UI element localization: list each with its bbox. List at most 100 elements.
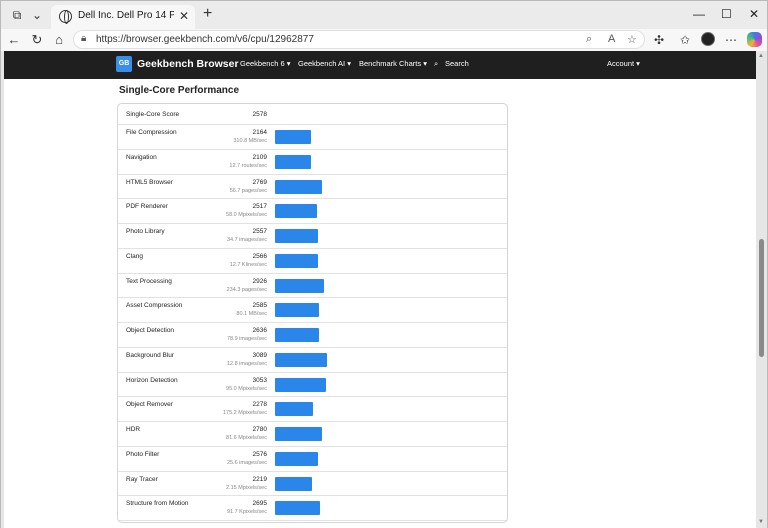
result-unit: 12.7 routes/sec [229,162,267,169]
result-bar [275,154,311,169]
result-row: PDF Renderer 2517 58.0 Mpixels/sec [118,199,507,224]
favorites-icon[interactable]: ✩ [677,32,693,48]
workspaces-icon[interactable]: ⧉ [9,7,25,23]
result-name: Background Blur [126,351,175,359]
result-name: Navigation [126,153,157,161]
search-magnifier-icon[interactable]: ⌕ [434,59,438,69]
section-title: Single-Core Performance [119,85,240,96]
home-icon[interactable]: ⌂ [51,32,67,48]
result-name: PDF Renderer [126,203,168,211]
favorite-star-icon[interactable]: ☆ [627,33,637,46]
minimize-icon[interactable]: — [693,6,705,22]
result-row: Photo Library 2557 34.7 images/sec [118,224,507,249]
site-brand[interactable]: Geekbench Browser [137,58,239,70]
refresh-icon[interactable]: ↻ [29,32,45,48]
tab-actions-chevron-icon[interactable]: ⌄ [29,7,45,23]
active-tab[interactable]: Dell Inc. Dell Pro 14 Premium PA14250 ✕ [51,5,195,29]
result-score: 2585 [252,302,267,310]
tab-bar: ⧉ ⌄ Dell Inc. Dell Pro 14 Premium PA1425… [1,1,767,29]
result-name: HTML5 Browser [126,178,173,186]
globe-icon [59,10,72,24]
result-score: 2780 [252,426,267,433]
result-unit: 34.7 images/sec [226,237,267,243]
result-name: Object Detection [126,327,175,334]
result-bar [275,278,324,293]
result-score: 3053 [252,376,267,384]
result-name: Asset Compression [126,302,183,310]
result-bar [275,501,320,516]
result-unit: 2.15 Mpixels/sec [226,484,267,491]
result-bar [275,229,318,243]
result-bar [275,179,322,194]
web-page: GB Geekbench Browser Geekbench 6 ▾ Geekb… [4,51,756,528]
result-name: File Compression [126,129,177,136]
lock-icon[interactable]: 🔒︎ [81,33,86,44]
result-name: Text Processing [126,277,172,285]
result-score: 2517 [252,203,267,211]
geekbench-logo-icon[interactable]: GB [116,56,132,72]
summary-label: Single-Core Score [126,111,180,118]
result-unit: 310.8 MB/sec [233,138,267,144]
page-scrollbar[interactable]: ▲ ▼ [758,51,765,528]
result-name: Photo Filter [126,450,160,458]
menu-geekbench-ai[interactable]: Geekbench AI ▾ [298,59,351,68]
scroll-thumb[interactable] [759,239,764,357]
result-unit: 12.7 Klines/sec [229,261,267,268]
browser-window: ⧉ ⌄ Dell Inc. Dell Pro 14 Premium PA1425… [0,0,768,528]
close-tab-icon[interactable]: ✕ [179,9,189,23]
result-bar [275,427,322,441]
result-bar [275,402,313,417]
result-score: 2278 [252,401,267,409]
address-bar[interactable]: 🔒︎ https://browser.geekbench.com/v6/cpu/… [73,30,645,49]
close-window-icon[interactable]: ✕ [749,6,759,22]
result-bar [275,352,327,367]
menu-benchmark-charts[interactable]: Benchmark Charts ▾ [359,59,427,68]
result-score: 2769 [252,178,267,186]
result-bar [275,303,319,318]
search-icon[interactable]: ⌕ [586,33,592,46]
result-score: 2576 [252,450,267,458]
result-bar [275,451,318,466]
result-name: Structure from Motion [126,500,189,508]
result-row: Navigation 2109 12.7 routes/sec [118,150,507,175]
scroll-down-icon[interactable]: ▼ [758,519,764,525]
result-bar [275,130,311,144]
result-unit: 56.7 pages/sec [229,187,267,194]
result-score: 2164 [252,129,267,136]
result-row: HDR 2780 81.6 Mpixels/sec [118,422,507,447]
result-row: Background Blur 3089 12.8 images/sec [118,348,507,373]
result-row: Photo Filter 2576 25.6 images/sec [118,447,507,472]
page-viewport: GB Geekbench Browser Geekbench 6 ▾ Geekb… [1,51,767,528]
result-row: Clang 2566 12.7 Klines/sec [118,249,507,274]
maximize-icon[interactable]: ☐ [721,6,732,22]
result-unit: 12.8 images/sec [226,360,267,367]
result-name: Photo Library [126,228,165,235]
menu-geekbench6[interactable]: Geekbench 6 ▾ [240,59,290,68]
extensions-icon[interactable]: ✣ [651,32,667,48]
result-name: Horizon Detection [126,376,178,384]
result-bar [275,377,326,392]
result-name: Ray Tracer [126,475,158,483]
menu-search[interactable]: Search [445,59,469,68]
profile-avatar[interactable] [701,32,715,46]
result-unit: 175.2 Mpixels/sec [222,410,267,417]
result-unit: 234.3 pages/sec [226,286,267,293]
result-bar [275,204,317,219]
url-text[interactable]: https://browser.geekbench.com/v6/cpu/129… [96,34,314,45]
result-unit: 58.0 Mpixels/sec [226,212,267,219]
result-row: Object Remover 2278 175.2 Mpixels/sec [118,397,507,422]
more-options-icon[interactable]: ⋯ [723,32,739,48]
result-score: 2926 [252,277,267,285]
site-navbar: GB Geekbench Browser Geekbench 6 ▾ Geekb… [4,51,756,79]
menu-account[interactable]: Account ▾ [607,59,640,68]
result-row: Asset Compression 2585 80.1 MB/sec [118,298,507,323]
back-icon[interactable]: ← [6,32,22,48]
copilot-icon[interactable] [747,32,762,47]
result-row: HTML5 Browser 2769 56.7 pages/sec [118,175,507,200]
result-name: HDR [126,426,141,433]
read-aloud-icon[interactable]: A [608,33,615,45]
result-bar [275,253,318,268]
scroll-up-icon[interactable]: ▲ [758,53,764,59]
new-tab-icon[interactable]: + [203,5,212,23]
result-unit: 81.6 Mpixels/sec [226,435,267,441]
